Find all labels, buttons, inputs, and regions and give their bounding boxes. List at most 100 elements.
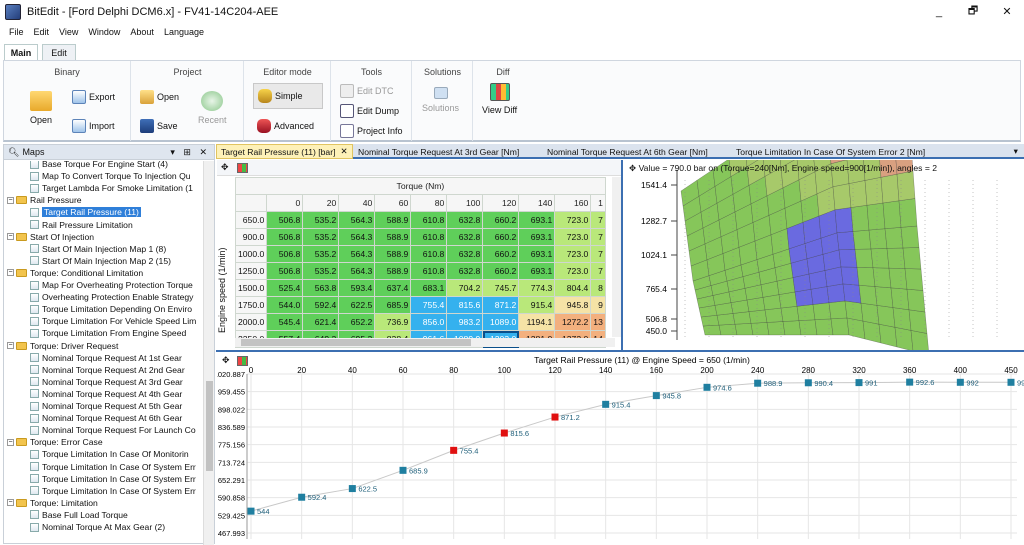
scrollbar-thumb[interactable] — [241, 339, 471, 346]
doc-tab-3rd-gear[interactable]: Nominal Torque Request At 3rd Gear [Nm] — [354, 144, 523, 159]
column-header[interactable]: 1 — [590, 194, 606, 212]
table-cell[interactable]: 622.5 — [338, 296, 376, 314]
table-cell[interactable]: 9 — [590, 296, 606, 314]
table-cell[interactable]: 7 — [590, 262, 606, 280]
table-cell[interactable]: 693.1 — [518, 211, 556, 229]
map-table[interactable]: Torque (Nm) 0 20 40 60 80 100 120 140 160 1 650.0 50… — [234, 177, 606, 348]
table-cell[interactable]: 632.8 — [446, 245, 484, 263]
table-cell[interactable]: 871.2 — [482, 296, 520, 314]
table-cell[interactable]: 736.9 — [374, 313, 412, 331]
table-cell[interactable]: 564.3 — [338, 262, 376, 280]
tree-item[interactable]: Nominal Torque Request At 6th Gear — [30, 412, 182, 424]
simple-mode-button[interactable]: Simple — [253, 83, 323, 109]
table-cell[interactable]: 660.2 — [482, 228, 520, 246]
tree-folder[interactable]: − Torque: Driver Request — [7, 340, 118, 352]
table-cell[interactable]: 535.2 — [302, 245, 340, 263]
table-cell[interactable]: 506.8 — [266, 228, 304, 246]
table-cell[interactable]: 8 — [590, 279, 606, 297]
row-header[interactable]: 1000.0 — [234, 245, 268, 263]
tree-item[interactable]: Nominal Torque Request At 5th Gear — [30, 400, 182, 412]
line-chart[interactable]: Target Rail Pressure (11) @ Engine Speed… — [217, 352, 1024, 544]
move-icon[interactable]: ✥ — [221, 162, 229, 173]
column-header[interactable]: 120 — [482, 194, 520, 212]
table-cell[interactable]: 564.3 — [338, 228, 376, 246]
tree-folder[interactable]: − Rail Pressure — [7, 194, 82, 206]
data-point[interactable] — [906, 378, 914, 386]
table-cell[interactable]: 660.2 — [482, 262, 520, 280]
data-point[interactable] — [652, 392, 660, 400]
table-cell[interactable]: 1272.2 — [554, 313, 592, 331]
tree-item[interactable]: Torque Limitation In Case Of System Err — [30, 461, 196, 473]
tree-item[interactable]: Target Rail Pressure (11) — [30, 206, 141, 218]
table-cell[interactable]: 652.2 — [338, 313, 376, 331]
binary-open-button[interactable]: Open — [30, 91, 52, 125]
table-cell[interactable]: 506.8 — [266, 245, 304, 263]
table-cell[interactable]: 693.1 — [518, 262, 556, 280]
column-header[interactable]: 20 — [302, 194, 340, 212]
menu-about[interactable]: About — [125, 27, 159, 37]
scrollbar-thumb[interactable] — [206, 381, 213, 471]
table-cell[interactable]: 723.0 — [554, 262, 592, 280]
table-cell[interactable]: 723.0 — [554, 245, 592, 263]
view-diff-button[interactable]: View Diff — [482, 83, 517, 115]
table-cell[interactable]: 7 — [590, 228, 606, 246]
data-point[interactable] — [956, 378, 964, 386]
menu-file[interactable]: File — [4, 27, 29, 37]
row-header[interactable]: 900.0 — [234, 228, 268, 246]
data-point[interactable] — [602, 400, 610, 408]
table-cell[interactable]: 683.1 — [410, 279, 448, 297]
app-icon[interactable] — [5, 3, 21, 20]
edit-dump-button[interactable]: Edit Dump — [340, 104, 399, 118]
tree-item[interactable]: Rail Pressure Limitation — [30, 219, 133, 231]
tree-item[interactable]: Nominal Torque Request At 3rd Gear — [30, 376, 183, 388]
maps-tree[interactable]: Base Torque For Engine Start (4) Map To C… — [4, 161, 204, 545]
tree-item[interactable]: Nominal Torque Request At 2nd Gear — [30, 364, 185, 376]
table-cell[interactable]: 535.2 — [302, 262, 340, 280]
surface-3d-plot[interactable]: 1541.4 1282.7 1024.1 765.4 506.8 450.0 — [625, 160, 1024, 350]
tree-item[interactable]: Torque Limitation In Case Of System Err — [30, 485, 196, 497]
table-cell[interactable]: 621.4 — [302, 313, 340, 331]
tree-item[interactable]: Nominal Torque Request For Launch Co — [30, 424, 196, 436]
data-point[interactable] — [298, 493, 306, 501]
table-cell[interactable]: 588.9 — [374, 228, 412, 246]
table-cell[interactable]: 592.4 — [302, 296, 340, 314]
table-cell[interactable]: 693.1 — [518, 228, 556, 246]
table-cell[interactable]: 693.1 — [518, 245, 556, 263]
restore-button[interactable]: 🗗 — [956, 0, 990, 23]
column-header[interactable]: 60 — [374, 194, 412, 212]
menu-view[interactable]: View — [54, 27, 83, 37]
collapse-icon[interactable]: − — [7, 233, 14, 241]
table-cell[interactable]: 610.8 — [410, 228, 448, 246]
data-point[interactable] — [500, 429, 508, 437]
tree-item[interactable]: Torque Limitation In Case Of Monitorin — [30, 448, 189, 460]
data-point[interactable] — [450, 446, 458, 454]
table-cell[interactable]: 563.8 — [302, 279, 340, 297]
table-cell[interactable]: 704.2 — [446, 279, 484, 297]
doc-tab-system-error-2[interactable]: Torque Limitation In Case Of System Erro… — [732, 144, 929, 159]
tree-item[interactable]: Nominal Torque Request At 4th Gear — [30, 388, 182, 400]
row-header[interactable]: 1750.0 — [234, 296, 268, 314]
table-cell[interactable]: 983.2 — [446, 313, 484, 331]
tree-folder[interactable]: − Start Of Injection — [7, 231, 94, 243]
color-grid-icon[interactable] — [237, 163, 248, 173]
collapse-icon[interactable]: − — [7, 499, 14, 507]
move-icon[interactable]: ✥ — [629, 163, 639, 173]
table-cell[interactable]: 804.4 — [554, 279, 592, 297]
tree-item[interactable]: Overheating Protection Enable Strategy — [30, 291, 193, 303]
table-cell[interactable]: 525.4 — [266, 279, 304, 297]
tree-folder[interactable]: − Torque: Limitation — [7, 497, 98, 509]
collapse-icon[interactable]: − — [7, 342, 14, 349]
table-cell[interactable]: 588.9 — [374, 211, 412, 229]
save-button[interactable]: Save — [140, 119, 178, 133]
close-icon[interactable]: ✕ — [340, 146, 347, 157]
collapse-icon[interactable]: − — [7, 438, 14, 446]
column-header[interactable]: 100 — [446, 194, 484, 212]
table-cell[interactable]: 632.8 — [446, 262, 484, 280]
table-cell[interactable]: 610.8 — [410, 262, 448, 280]
table-cell[interactable]: 637.4 — [374, 279, 412, 297]
table-cell[interactable]: 564.3 — [338, 211, 376, 229]
import-button[interactable]: Import — [72, 119, 115, 133]
table-cell[interactable]: 632.8 — [446, 211, 484, 229]
row-header[interactable]: 1500.0 — [234, 279, 268, 297]
table-cell[interactable]: 1089.0 — [482, 313, 520, 331]
